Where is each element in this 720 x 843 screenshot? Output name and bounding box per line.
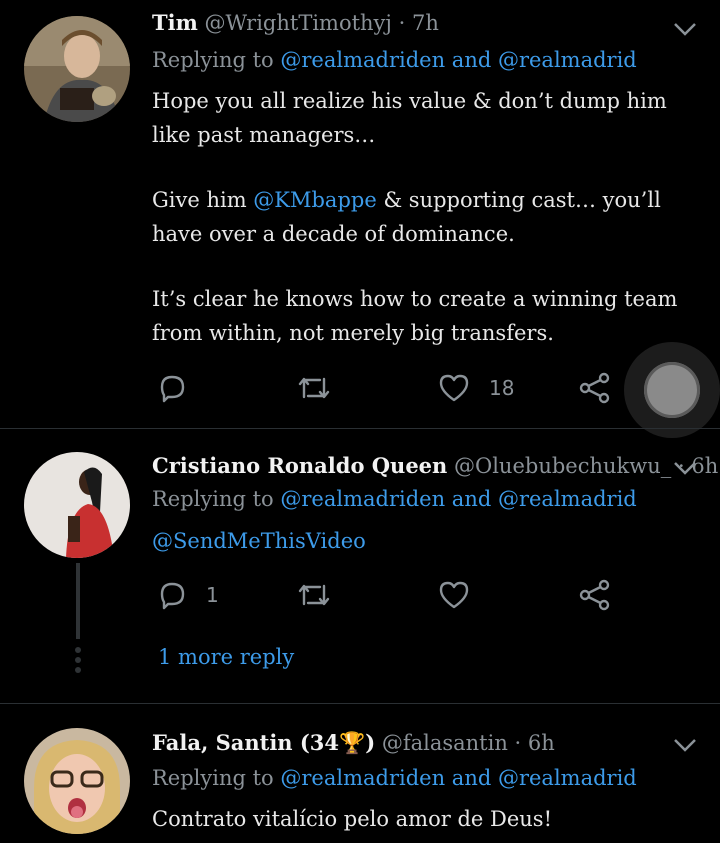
replying-to: Replying to @realmadriden and @realmadri… [152, 48, 637, 72]
reply-count: 1 [206, 583, 219, 607]
replying-to: Replying to @realmadriden and @realmadri… [152, 487, 637, 511]
reply-button[interactable] [156, 372, 188, 404]
share-icon [579, 372, 610, 404]
tweet-header: Tim @WrightTimothyj · 7h [152, 10, 439, 35]
like-icon [439, 581, 469, 609]
tweet-text: Contrato vitalício pelo amor de Deus! [152, 807, 553, 831]
retweet-icon [298, 377, 330, 399]
tweet-text: @SendMeThisVideo [152, 524, 697, 558]
reply-button[interactable]: 1 [156, 579, 219, 611]
like-button[interactable]: 18 [438, 372, 514, 404]
like-count: 18 [489, 376, 515, 400]
mention-link[interactable]: @SendMeThisVideo [152, 529, 366, 553]
reply-and: and [445, 487, 498, 511]
timestamp: 7h [412, 11, 439, 35]
timestamp: 6h [527, 731, 555, 755]
display-name[interactable]: Cristiano Ronaldo Queen [152, 453, 447, 478]
avatar[interactable] [24, 16, 130, 122]
mention-link[interactable]: @realmadriden [280, 48, 445, 72]
like-icon [439, 374, 469, 402]
chevron-down-icon[interactable] [672, 20, 698, 38]
user-handle[interactable]: @falasantin [382, 731, 508, 755]
share-button[interactable] [578, 579, 612, 611]
tweet-header: Fala, Santin (34🏆) @falasantin · 6h [152, 730, 555, 756]
user-handle[interactable]: @WrightTimothyj [205, 11, 392, 35]
mention-link[interactable]: @KMbappe [253, 188, 376, 212]
floating-action-button[interactable] [624, 342, 720, 438]
replying-to: Replying to @realmadriden and @realmadri… [152, 766, 637, 790]
name-text: ) [365, 730, 376, 755]
mention-link[interactable]: @realmadriden [280, 766, 445, 790]
tweet-3[interactable]: Fala, Santin (34🏆) @falasantin · 6h Repl… [0, 704, 720, 843]
separator: · [398, 11, 406, 35]
reply-icon [160, 375, 185, 403]
share-button[interactable] [578, 372, 612, 404]
tweet-paragraph: Give him @KMbappe & supporting cast… you… [152, 183, 697, 251]
reply-icon [160, 582, 185, 610]
separator: · [514, 731, 522, 755]
thread-dots [75, 647, 81, 677]
display-name[interactable]: Fala, Santin (34🏆) [152, 730, 375, 755]
display-name[interactable]: Tim [152, 10, 198, 35]
chevron-down-icon[interactable] [672, 459, 698, 477]
replying-prefix: Replying to [152, 48, 281, 72]
thread-line [76, 563, 80, 639]
user-handle[interactable]: @Oluebubechukwu_ [454, 454, 671, 478]
retweet-button[interactable] [296, 372, 332, 404]
avatar[interactable] [24, 728, 130, 834]
mention-link[interactable]: @realmadrid [498, 48, 637, 72]
reply-and: and [445, 48, 498, 72]
name-text: Fala, Santin (34 [152, 730, 340, 755]
replying-prefix: Replying to [152, 766, 281, 790]
like-button[interactable] [438, 579, 470, 611]
avatar[interactable] [24, 452, 130, 558]
trophy-icon: 🏆 [339, 730, 366, 755]
mention-link[interactable]: @realmadrid [498, 487, 637, 511]
tweet-paragraph: Hope you all realize his value & don’t d… [152, 89, 667, 147]
more-replies-link[interactable]: 1 more reply [158, 645, 294, 669]
mention-link[interactable]: @realmadrid [498, 766, 637, 790]
replying-prefix: Replying to [152, 487, 281, 511]
retweet-icon [298, 584, 330, 606]
chevron-down-icon[interactable] [672, 736, 698, 754]
tweet-text: Hope you all realize his value & don’t d… [152, 84, 697, 381]
tweet-1[interactable]: Tim @WrightTimothyj · 7h Replying to @re… [0, 0, 720, 428]
fab-circle [644, 362, 700, 418]
paragraph-text: Give him [152, 188, 254, 212]
share-icon [579, 579, 610, 611]
tweet-2[interactable]: Cristiano Ronaldo Queen @Oluebubechukwu_… [0, 429, 720, 703]
tweet-paragraph: It’s clear he knows how to create a winn… [152, 287, 678, 345]
retweet-button[interactable] [296, 579, 332, 611]
mention-link[interactable]: @realmadriden [280, 487, 445, 511]
reply-and: and [445, 766, 498, 790]
tweet-header: Cristiano Ronaldo Queen @Oluebubechukwu_… [152, 453, 718, 478]
